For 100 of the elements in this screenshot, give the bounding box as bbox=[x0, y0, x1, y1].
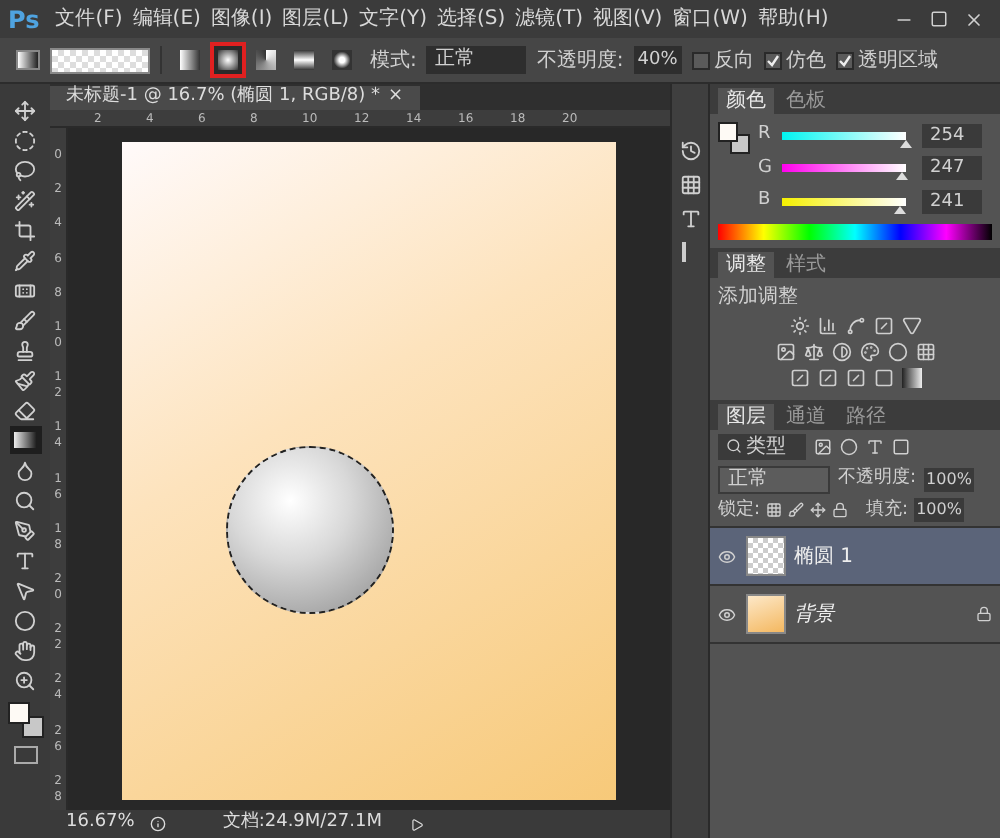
document-size: 文档:24.9M/27.1M bbox=[222, 810, 383, 837]
color-swatches-icon[interactable] bbox=[7, 702, 43, 738]
checkbox-label: 反向 bbox=[713, 47, 754, 75]
lock-icon[interactable] bbox=[832, 502, 849, 519]
visibility-icon[interactable] bbox=[718, 547, 736, 565]
properties-icon[interactable] bbox=[679, 174, 701, 196]
slider-thumb[interactable] bbox=[893, 205, 906, 214]
palette-icon[interactable] bbox=[859, 341, 879, 361]
slider-thumb[interactable] bbox=[896, 172, 909, 181]
channel-value[interactable]: 247 bbox=[922, 156, 982, 181]
color-spectrum[interactable] bbox=[718, 223, 992, 239]
menu-item[interactable]: 选择(S) bbox=[434, 4, 508, 34]
menu-item[interactable]: 文字(Y) bbox=[357, 4, 429, 34]
opacity-label: 不透明度: bbox=[838, 465, 917, 492]
adjust-filter-icon[interactable] bbox=[840, 437, 858, 455]
levels-icon[interactable] bbox=[817, 315, 837, 335]
image-filter-icon[interactable] bbox=[814, 437, 832, 455]
blend-mode-select[interactable]: 正常 bbox=[718, 465, 830, 493]
curves-icon[interactable] bbox=[845, 315, 865, 335]
gradient-tool-icon[interactable] bbox=[9, 426, 41, 454]
crop-icon[interactable] bbox=[9, 216, 41, 244]
pen-icon[interactable] bbox=[9, 516, 41, 544]
channel-label: G bbox=[758, 155, 774, 181]
document-tab[interactable]: 未标题-1 @ 16.7% (椭圆 1, RGB/8) * × bbox=[50, 86, 420, 110]
image-icon[interactable] bbox=[775, 341, 795, 361]
quick-mask-icon[interactable] bbox=[13, 746, 37, 764]
gradient-type-button[interactable] bbox=[210, 42, 246, 78]
filter-select[interactable]: 类型 bbox=[718, 433, 806, 459]
panel-tab[interactable]: 颜色 bbox=[718, 88, 774, 114]
panel-tab[interactable]: 色板 bbox=[778, 88, 834, 114]
character-icon[interactable] bbox=[679, 208, 701, 230]
layer-row[interactable]: 椭圆 1 bbox=[710, 528, 1000, 586]
checkbox[interactable] bbox=[691, 51, 710, 69]
channel-value[interactable]: 254 bbox=[922, 123, 982, 148]
channel-label: R bbox=[758, 122, 773, 148]
play-icon[interactable] bbox=[410, 817, 425, 831]
history-icon[interactable] bbox=[679, 140, 701, 162]
info-icon[interactable] bbox=[150, 816, 167, 832]
triangle-icon[interactable] bbox=[901, 315, 921, 335]
mode-select[interactable]: 正常 bbox=[426, 46, 527, 74]
lock-label: 锁定: bbox=[718, 497, 761, 523]
shape-filter-icon[interactable] bbox=[892, 437, 910, 455]
ellipse-icon[interactable] bbox=[9, 606, 41, 634]
gradient-tool-icon[interactable] bbox=[16, 50, 40, 70]
filter-text: 类型 bbox=[746, 433, 786, 459]
opacity-field[interactable]: 100% bbox=[924, 467, 974, 491]
layer-thumbnail bbox=[746, 536, 786, 576]
contrast-icon[interactable] bbox=[831, 341, 851, 361]
lock-pixels-icon[interactable] bbox=[766, 502, 783, 519]
paintbrush-icon[interactable] bbox=[9, 366, 41, 394]
grid-icon[interactable] bbox=[915, 341, 935, 361]
square-icon[interactable] bbox=[873, 367, 893, 387]
fill-label: 填充: bbox=[866, 497, 909, 523]
lasso-icon[interactable] bbox=[9, 156, 41, 184]
circle-icon[interactable] bbox=[887, 341, 907, 361]
menu-item[interactable]: 滤镜(T) bbox=[513, 4, 586, 34]
lock-move-icon[interactable] bbox=[810, 502, 827, 519]
maximize-icon[interactable] bbox=[930, 9, 948, 27]
panel-tab[interactable]: 样式 bbox=[778, 251, 834, 277]
app-logo: Ps bbox=[8, 3, 40, 37]
sun-icon[interactable] bbox=[789, 315, 809, 335]
layer-thumbnail bbox=[746, 594, 786, 634]
gradient-picker[interactable] bbox=[50, 47, 150, 73]
document-title: 未标题-1 @ 16.7% (椭圆 1, RGB/8) * bbox=[66, 84, 380, 111]
move-icon[interactable] bbox=[9, 96, 41, 124]
checkbox[interactable] bbox=[763, 51, 782, 69]
menu-item[interactable]: 图像(I) bbox=[208, 4, 275, 34]
close-tab-button[interactable]: × bbox=[388, 84, 404, 112]
scale-icon[interactable] bbox=[803, 341, 823, 361]
panel-tab[interactable]: 图层 bbox=[718, 403, 774, 429]
panel-tab[interactable]: 通道 bbox=[778, 403, 834, 429]
menu-item[interactable]: 编辑(E) bbox=[130, 4, 203, 34]
menu-item[interactable]: 文件(F) bbox=[53, 4, 125, 34]
layer-name: 背景 bbox=[794, 601, 834, 629]
panel-tab[interactable]: 路径 bbox=[838, 403, 894, 429]
slider-thumb[interactable] bbox=[899, 139, 912, 148]
menu-item[interactable]: 视图(V) bbox=[591, 4, 665, 34]
channel-value[interactable]: 241 bbox=[922, 189, 982, 214]
zoom-level[interactable]: 16.67% bbox=[66, 810, 135, 838]
checkbox-label: 透明区域 bbox=[857, 47, 938, 75]
lock-brush-icon[interactable] bbox=[788, 502, 805, 519]
type-filter-icon[interactable] bbox=[866, 437, 884, 455]
gradient-map-icon[interactable] bbox=[901, 367, 921, 387]
menu-item[interactable]: 帮助(H) bbox=[755, 4, 831, 34]
fill-field[interactable]: 100% bbox=[914, 498, 964, 523]
hand-icon[interactable] bbox=[9, 636, 41, 664]
wand-icon[interactable] bbox=[9, 186, 41, 214]
checkbox[interactable] bbox=[835, 51, 854, 69]
opacity-label: 不透明度: bbox=[536, 47, 624, 75]
brush-icon[interactable] bbox=[9, 306, 41, 334]
panel-tab[interactable]: 调整 bbox=[718, 251, 774, 277]
menu-item[interactable]: 窗口(W) bbox=[670, 4, 750, 34]
menu-item[interactable]: 图层(L) bbox=[280, 4, 352, 34]
close-icon[interactable] bbox=[964, 9, 984, 29]
visibility-icon[interactable] bbox=[718, 605, 736, 623]
eraser-icon[interactable] bbox=[9, 396, 41, 424]
checkbox-label: 仿色 bbox=[785, 47, 826, 75]
marquee-icon[interactable] bbox=[9, 126, 41, 154]
color-swatches-icon[interactable] bbox=[718, 122, 750, 154]
opacity-field[interactable]: 40% bbox=[633, 46, 682, 74]
